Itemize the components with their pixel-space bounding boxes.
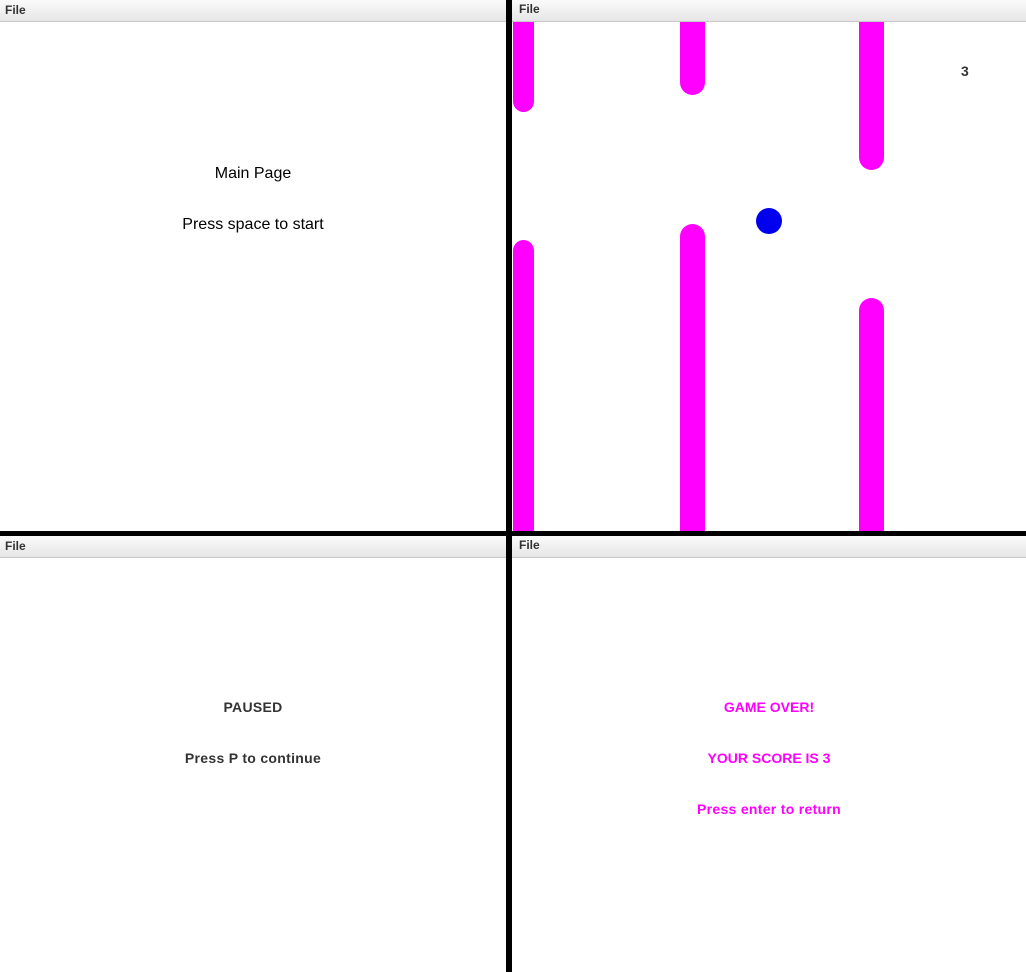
menu-bar: File: [512, 536, 1026, 558]
game-over-title: GAME OVER!: [723, 699, 815, 715]
paused-window: File PAUSED Press P to continue: [0, 536, 506, 972]
file-menu[interactable]: File: [5, 539, 26, 553]
main-page-window: File Main Page Press space to start: [0, 0, 506, 531]
game-window: File 3: [512, 0, 1026, 531]
pipe-bottom-2: [680, 224, 705, 531]
game-over-window: File GAME OVER! YOUR SCORE IS 3 Press en…: [512, 536, 1026, 972]
return-hint: Press enter to return: [696, 801, 841, 817]
menu-bar: File: [0, 0, 506, 22]
file-menu[interactable]: File: [5, 3, 26, 17]
pipe-top-1: [513, 22, 534, 112]
paused-title: PAUSED: [223, 699, 283, 715]
pipe-top-2: [680, 22, 705, 95]
pipe-top-3: [859, 22, 884, 170]
file-menu[interactable]: File: [519, 2, 540, 16]
final-score: YOUR SCORE IS 3: [707, 750, 831, 766]
file-menu[interactable]: File: [519, 538, 540, 552]
game-canvas[interactable]: [512, 22, 1026, 531]
player-ball: [756, 208, 782, 234]
main-page-title: Main Page: [214, 165, 292, 182]
pipe-bottom-3: [859, 298, 884, 531]
start-hint: Press space to start: [182, 216, 324, 233]
score-counter: 3: [961, 63, 969, 79]
menu-bar: File: [0, 536, 506, 558]
continue-hint: Press P to continue: [184, 750, 322, 766]
menu-bar: File: [512, 0, 1026, 22]
pipe-bottom-1: [513, 240, 534, 531]
